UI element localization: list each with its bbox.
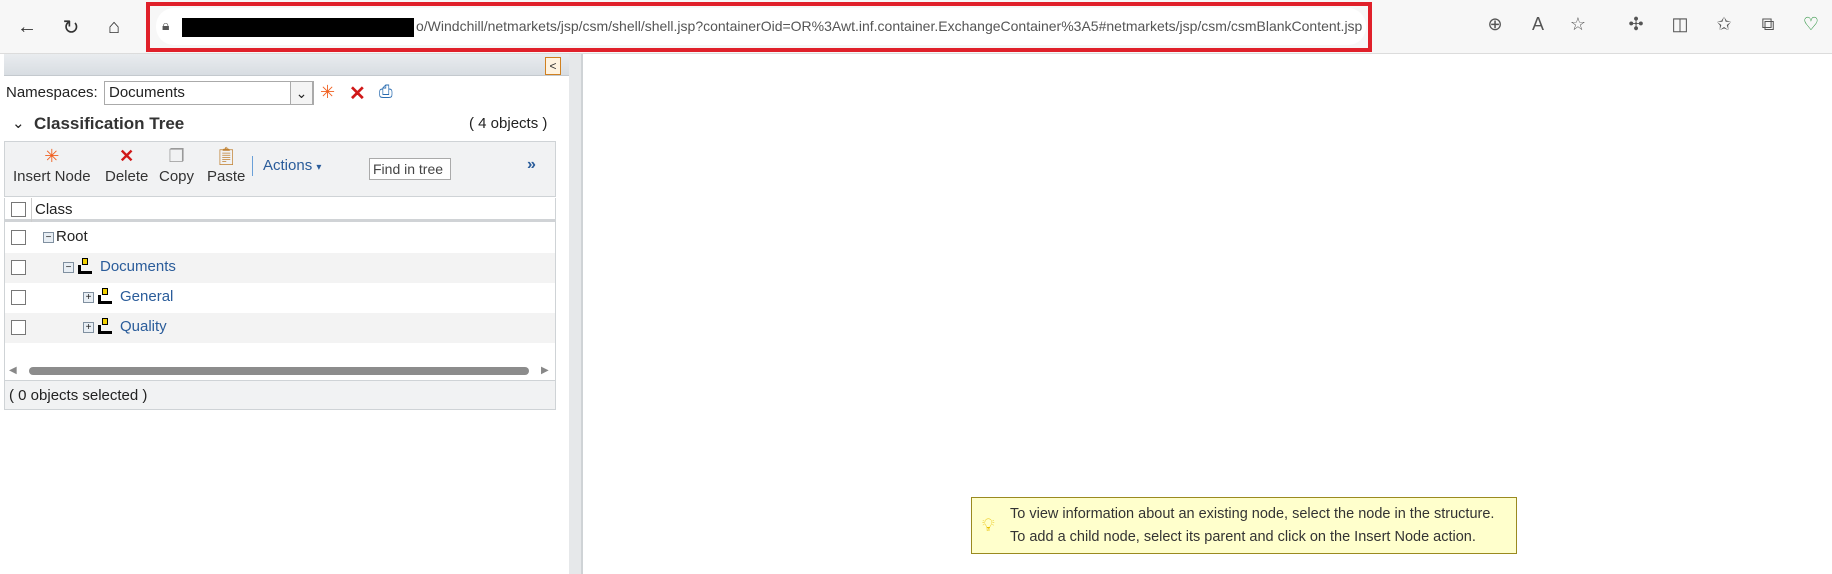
insert-node-label: Insert Node xyxy=(13,168,91,185)
more-actions-button[interactable]: » xyxy=(527,156,536,174)
highlight-box xyxy=(146,2,1372,52)
tree-title: Classification Tree xyxy=(34,114,185,133)
row-checkbox[interactable] xyxy=(11,320,26,335)
scroll-right-icon[interactable]: ▶ xyxy=(541,365,549,376)
select-all-checkbox[interactable] xyxy=(11,202,26,217)
home-icon[interactable]: ⌂ xyxy=(99,12,129,42)
delete-icon: ✕ xyxy=(119,146,135,166)
table-row[interactable]: − Root xyxy=(5,223,555,253)
copy-button[interactable]: ❐ Copy xyxy=(159,146,194,185)
tip-line-1: To view information about an existing no… xyxy=(1010,506,1495,522)
collapse-icon[interactable]: − xyxy=(63,261,74,273)
object-count: ( 4 objects ) xyxy=(469,115,548,132)
export-icon[interactable]: ⎙ xyxy=(379,82,393,102)
classification-node-icon xyxy=(96,318,116,336)
paste-icon: 📋︎ xyxy=(214,146,238,166)
chevron-down-icon[interactable]: ⌄ xyxy=(290,81,313,105)
tree-toolbar: ✳ Insert Node ✕ Delete ❐ Copy 📋︎ Paste Actio… xyxy=(4,141,556,197)
panel-splitter[interactable] xyxy=(569,54,583,574)
classification-node-icon xyxy=(96,288,116,306)
favorite-star-icon[interactable]: ☆ xyxy=(1565,14,1591,35)
paste-button[interactable]: 📋︎ Paste xyxy=(207,146,245,185)
split-screen-icon[interactable]: ◫ xyxy=(1667,14,1693,35)
table-row[interactable]: + Quality xyxy=(5,313,555,343)
node-link[interactable]: Quality xyxy=(120,318,167,335)
zoom-icon[interactable]: ⊕ xyxy=(1482,14,1508,35)
insert-node-button[interactable]: ✳ Insert Node xyxy=(13,146,91,185)
delete-label: Delete xyxy=(105,168,149,185)
actions-menu[interactable]: Actions ▾ xyxy=(263,157,321,174)
collapse-panel-button[interactable]: < xyxy=(545,57,561,75)
insert-namespace-icon[interactable]: ✳ xyxy=(320,82,335,103)
column-header: Class xyxy=(5,198,555,222)
scroll-left-icon[interactable]: ◀ xyxy=(9,365,17,376)
browser-essentials-icon[interactable]: ♡ xyxy=(1798,14,1824,35)
column-divider xyxy=(31,198,32,222)
favorites-icon[interactable]: ✩ xyxy=(1711,14,1737,35)
back-icon[interactable]: ← xyxy=(12,12,42,42)
read-aloud-icon[interactable]: A xyxy=(1525,14,1551,35)
expand-icon[interactable]: + xyxy=(83,321,94,333)
extensions-icon[interactable]: ✣ xyxy=(1623,14,1649,35)
namespaces-label: Namespaces: xyxy=(6,84,98,101)
actions-label: Actions xyxy=(263,157,313,174)
lightbulb-icon: 💡︎ xyxy=(982,515,995,535)
row-checkbox[interactable] xyxy=(11,290,26,305)
delete-button[interactable]: ✕ Delete xyxy=(105,146,148,185)
paste-label: Paste xyxy=(207,168,246,185)
row-checkbox[interactable] xyxy=(11,230,26,245)
node-link[interactable]: Documents xyxy=(100,258,176,275)
selection-status: ( 0 objects selected ) xyxy=(4,380,556,410)
delete-namespace-icon[interactable]: ✕ xyxy=(349,81,366,106)
insert-node-icon: ✳ xyxy=(44,146,60,166)
left-panel: < Namespaces: Documents ⌄ ✳ ✕ ⎙ ⌄ Classi… xyxy=(4,54,569,574)
node-label: Root xyxy=(56,228,88,245)
tree-grid: Class − Root − Documents + General + Quality… xyxy=(4,198,556,408)
chevron-down-icon[interactable]: ⌄ xyxy=(12,114,25,132)
panel-header: < xyxy=(4,54,569,76)
row-checkbox[interactable] xyxy=(11,260,26,275)
caret-down-icon: ▾ xyxy=(316,162,322,173)
table-row[interactable]: − Documents xyxy=(5,253,555,283)
separator xyxy=(252,156,253,176)
expand-icon[interactable]: + xyxy=(83,291,94,303)
collections-icon[interactable]: ⧉ xyxy=(1755,14,1781,35)
classification-node-icon xyxy=(76,258,96,276)
tip-line-2: To add a child node, select its parent a… xyxy=(1010,529,1476,545)
namespace-select[interactable]: Documents xyxy=(104,81,314,105)
copy-icon: ❐ xyxy=(168,146,185,166)
horizontal-scrollbar[interactable] xyxy=(29,367,529,375)
browser-toolbar: ← ↻ ⌂ 🔒︎ o/Windchill/netmarkets/jsp/csm/… xyxy=(0,0,1832,54)
copy-label: Copy xyxy=(159,168,195,185)
node-link[interactable]: General xyxy=(120,288,173,305)
find-in-tree-input[interactable]: Find in tree xyxy=(369,158,451,180)
table-row[interactable]: + General xyxy=(5,283,555,313)
collapse-icon[interactable]: − xyxy=(43,231,54,243)
column-class[interactable]: Class xyxy=(35,201,73,218)
refresh-icon[interactable]: ↻ xyxy=(56,12,86,42)
info-tip: 💡︎ To view information about an existing… xyxy=(971,497,1517,554)
